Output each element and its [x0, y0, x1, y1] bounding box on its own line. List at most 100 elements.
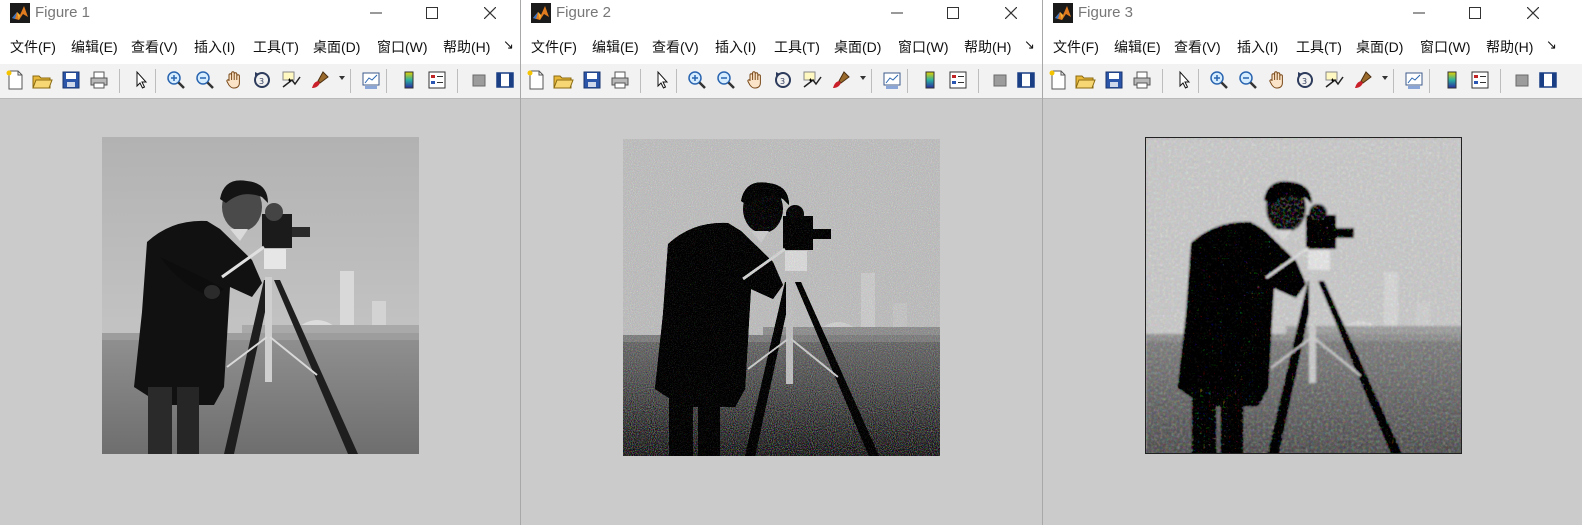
menu-desktop[interactable]: 桌面(D): [313, 37, 360, 57]
rotate-3d-button[interactable]: 3: [1294, 69, 1316, 91]
maximize-button[interactable]: [933, 0, 973, 28]
data-cursor-icon: [1325, 71, 1344, 88]
menu-view[interactable]: 查看(V): [652, 37, 699, 57]
data-cursor-button[interactable]: [1323, 69, 1345, 91]
titlebar[interactable]: Figure 3: [1043, 0, 1582, 28]
dropdown-arrow-icon[interactable]: [860, 76, 866, 80]
edit-plot-button[interactable]: [651, 69, 673, 91]
menu-edit[interactable]: 编辑(E): [592, 37, 639, 57]
minimize-button[interactable]: [356, 0, 396, 28]
pan-button[interactable]: [1266, 69, 1288, 91]
close-button[interactable]: [1513, 0, 1553, 28]
colorbar-button[interactable]: [398, 69, 420, 91]
pan-button[interactable]: [744, 69, 766, 91]
dropdown-arrow-icon[interactable]: [1382, 76, 1388, 80]
legend-button[interactable]: [1469, 69, 1491, 91]
menu-desktop[interactable]: 桌面(D): [834, 37, 881, 57]
save-button[interactable]: [60, 69, 82, 91]
print-button[interactable]: [1131, 69, 1153, 91]
data-cursor-button[interactable]: [801, 69, 823, 91]
menu-insert[interactable]: 插入(I): [194, 37, 235, 57]
colorbar-button[interactable]: [919, 69, 941, 91]
data-cursor-button[interactable]: [280, 69, 302, 91]
menu-insert[interactable]: 插入(I): [715, 37, 756, 57]
menu-desktop[interactable]: 桌面(D): [1356, 37, 1403, 57]
save-button[interactable]: [1103, 69, 1125, 91]
new-figure-button[interactable]: [4, 69, 26, 91]
titlebar[interactable]: Figure 1: [0, 0, 520, 28]
titlebar[interactable]: Figure 2: [521, 0, 1042, 28]
minimize-icon: [891, 12, 903, 14]
menu-file[interactable]: 文件(F): [531, 37, 577, 57]
brush-button[interactable]: [830, 69, 852, 91]
menu-overflow-icon[interactable]: ↘: [1546, 37, 1557, 53]
cameraman-denoised[interactable]: [1145, 137, 1462, 454]
show-plot-tools-button[interactable]: [1537, 69, 1559, 91]
hide-plot-tools-button[interactable]: [1511, 69, 1533, 91]
zoom-out-button[interactable]: [194, 69, 216, 91]
minimize-button[interactable]: [877, 0, 917, 28]
menu-view[interactable]: 查看(V): [1174, 37, 1221, 57]
menu-overflow-icon[interactable]: ↘: [1024, 37, 1035, 53]
svg-text:3: 3: [1302, 77, 1307, 86]
menu-tools[interactable]: 工具(T): [253, 37, 299, 57]
zoom-in-button[interactable]: [165, 69, 187, 91]
menu-file[interactable]: 文件(F): [10, 37, 56, 57]
zoom-in-button[interactable]: [686, 69, 708, 91]
menu-window[interactable]: 窗口(W): [377, 37, 428, 57]
svg-text:3: 3: [780, 77, 785, 86]
show-plot-tools-button[interactable]: [1015, 69, 1037, 91]
print-button[interactable]: [609, 69, 631, 91]
zoom-out-button[interactable]: [715, 69, 737, 91]
legend-button[interactable]: [947, 69, 969, 91]
menu-help[interactable]: 帮助(H): [964, 37, 1011, 57]
menu-help[interactable]: 帮助(H): [443, 37, 490, 57]
close-button[interactable]: [991, 0, 1031, 28]
menu-window[interactable]: 窗口(W): [1420, 37, 1471, 57]
minimize-button[interactable]: [1399, 0, 1439, 28]
rotate-3d-button[interactable]: 3: [772, 69, 794, 91]
link-plot-button[interactable]: [360, 69, 382, 91]
menu-file[interactable]: 文件(F): [1053, 37, 1099, 57]
cameraman-original[interactable]: [102, 137, 419, 454]
cameraman-noisy[interactable]: [623, 139, 940, 456]
link-plot-button[interactable]: [881, 69, 903, 91]
menu-help[interactable]: 帮助(H): [1486, 37, 1533, 57]
new-figure-button[interactable]: [525, 69, 547, 91]
maximize-button[interactable]: [1455, 0, 1495, 28]
menu-edit[interactable]: 编辑(E): [71, 37, 118, 57]
rotate-3d-button[interactable]: 3: [251, 69, 273, 91]
menu-edit[interactable]: 编辑(E): [1114, 37, 1161, 57]
edit-plot-button[interactable]: [1173, 69, 1195, 91]
menu-tools[interactable]: 工具(T): [1296, 37, 1342, 57]
menu-view[interactable]: 查看(V): [131, 37, 178, 57]
hide-plot-tools-button[interactable]: [989, 69, 1011, 91]
dropdown-arrow-icon[interactable]: [339, 76, 345, 80]
hide-plot-tools-button[interactable]: [468, 69, 490, 91]
menu-window[interactable]: 窗口(W): [898, 37, 949, 57]
close-button[interactable]: [470, 0, 510, 28]
toolbar-separator: [1429, 69, 1430, 93]
brush-button[interactable]: [1352, 69, 1374, 91]
show-plot-tools-button[interactable]: [494, 69, 516, 91]
new-figure-button[interactable]: [1047, 69, 1069, 91]
open-file-button[interactable]: [552, 69, 574, 91]
maximize-button[interactable]: [412, 0, 452, 28]
zoom-out-button[interactable]: [1237, 69, 1259, 91]
toolbar-separator: [871, 69, 872, 93]
menu-overflow-icon[interactable]: ↘: [503, 37, 514, 53]
menu-tools[interactable]: 工具(T): [774, 37, 820, 57]
open-file-button[interactable]: [31, 69, 53, 91]
colorbar-button[interactable]: [1441, 69, 1463, 91]
pan-button[interactable]: [223, 69, 245, 91]
pan-icon: [226, 71, 240, 89]
zoom-in-button[interactable]: [1208, 69, 1230, 91]
brush-button[interactable]: [309, 69, 331, 91]
edit-plot-button[interactable]: [130, 69, 152, 91]
open-file-button[interactable]: [1074, 69, 1096, 91]
legend-button[interactable]: [426, 69, 448, 91]
print-button[interactable]: [88, 69, 110, 91]
menu-insert[interactable]: 插入(I): [1237, 37, 1278, 57]
link-plot-button[interactable]: [1403, 69, 1425, 91]
save-button[interactable]: [581, 69, 603, 91]
